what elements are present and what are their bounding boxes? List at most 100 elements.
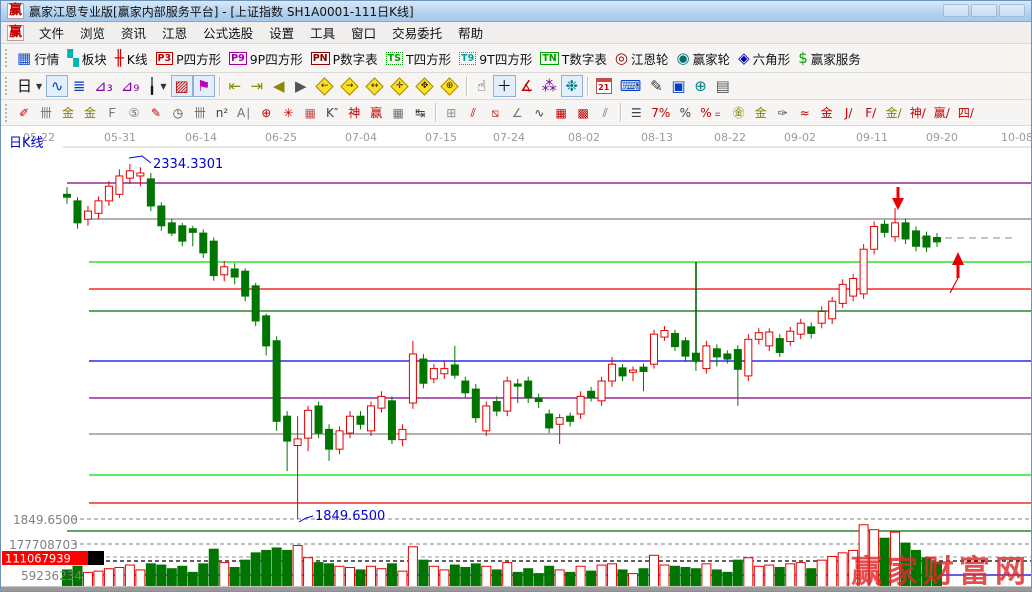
draw-tool-button[interactable]: 金 [79,102,101,124]
last-bar-button[interactable]: ⇥ [246,75,268,97]
minimize-button[interactable] [943,4,969,17]
prev-bar-button[interactable]: ◀ [268,75,290,97]
draw-tool-button[interactable]: 金 [816,102,838,124]
draw-tool-button[interactable]: ⧅ [484,102,506,124]
menu-item[interactable]: 文件 [31,21,72,44]
draw-tool-button[interactable]: 神 [343,102,365,124]
draw-tool-button[interactable]: ✐ [13,102,35,124]
tree-tool[interactable]: ⁂ [538,75,561,97]
draw-tool-button[interactable]: 金 [57,102,79,124]
line-chart-tool[interactable]: ∿ [46,75,68,97]
draw-tool-button[interactable]: ▦ [550,102,572,124]
pattern-tool[interactable]: ❉ [561,75,583,97]
draw-tool-button[interactable]: 7% [647,102,674,124]
draw-tool-button[interactable]: 神∕ [906,102,930,124]
p-square-button[interactable]: P3P四方形 [152,47,226,69]
t-table-button[interactable]: TNT数字表 [536,47,611,69]
bars-9-tool[interactable]: ⊿₉ [117,75,144,97]
close-button[interactable] [999,4,1025,17]
zoom-out-button[interactable]: ⊕ [437,75,462,97]
menu-item[interactable]: 设置 [261,21,302,44]
draw-tool-button[interactable]: ⑤ [123,102,145,124]
period-selector[interactable]: 日▼ [13,75,46,97]
maximize-button[interactable] [971,4,997,17]
menu-item[interactable]: 窗口 [343,21,384,44]
zoom-fit-button[interactable]: ✥ [412,75,437,97]
draw-tool-button[interactable]: ⊞ [440,102,462,124]
kline-chart[interactable]: 05-2205-3106-1406-2507-0407-1507-2408-02… [1,126,1031,591]
draw-tool-button[interactable]: A∣ [233,102,255,124]
9p-square-button[interactable]: P99P四方形 [225,47,307,69]
kline-button[interactable]: ╫K线 [111,47,152,69]
calendar-button[interactable]: 21 [592,75,616,97]
first-bar-button[interactable]: ⇤ [224,75,246,97]
draw-tool-button[interactable]: Ｆ [101,102,123,124]
menu-item[interactable]: 交易委托 [384,21,450,44]
draw-tool-button[interactable]: ≈ [794,102,816,124]
info-list-tool[interactable]: ≣ [68,75,90,97]
draw-tool-button[interactable]: ↹ [409,102,431,124]
draw-tool-button[interactable]: n² [211,102,233,124]
draw-tool-button[interactable]: 卌 [189,102,211,124]
draw-tool-button[interactable]: K″ [321,102,343,124]
candle [713,349,720,357]
notes-button[interactable]: ✎ [645,75,667,97]
web-button[interactable]: ⊕ [690,75,712,97]
draw-tool-button[interactable]: 赢 [365,102,387,124]
draw-tool-button[interactable]: ⊕ [255,102,277,124]
menu-item[interactable]: 公式选股 [195,21,261,44]
draw-tool-button[interactable]: ☰ [625,102,647,124]
winner-service-button[interactable]: $赢家服务 [794,47,865,69]
draw-tool-button[interactable]: ▩ [572,102,594,124]
9t-square-button[interactable]: T99T四方形 [455,47,536,69]
draw-tool-button[interactable]: ✑ [772,102,794,124]
draw-tool-button[interactable]: F∕ [860,102,882,124]
draw-tool-button[interactable]: J∕ [838,102,860,124]
print-button[interactable]: ▤ [712,75,734,97]
pan-left-button[interactable]: ← [312,75,337,97]
menu-item[interactable]: 江恩 [154,21,195,44]
draw-tool-button[interactable]: ∠ [506,102,528,124]
pan-both-button[interactable]: ↔ [362,75,387,97]
pan-right-button[interactable]: → [337,75,362,97]
draw-tool-button[interactable]: ▦ [387,102,409,124]
draw-tool-button[interactable]: % [674,102,696,124]
draw-tool-button[interactable]: %﹦ [696,102,727,124]
draw-tool-button[interactable]: ◷ [167,102,189,124]
sectors-button[interactable]: ▚板块 [63,47,111,69]
draw-tool-button[interactable]: ⫽ [462,102,484,124]
gann-wheel-button[interactable]: ◎江恩轮 [611,47,673,69]
draw-tool-button[interactable]: 金 [750,102,772,124]
next-bar-button[interactable]: ▶ [290,75,312,97]
save-button[interactable]: ▣ [667,75,689,97]
draw-tool-button[interactable]: ✎ [145,102,167,124]
p-table-button[interactable]: PNP数字表 [307,47,382,69]
draw-tool-button[interactable]: ▦ [299,102,321,124]
menu-item[interactable]: 帮助 [450,21,491,44]
crosshair-tool[interactable]: ＋ [493,75,516,97]
quotes-button[interactable]: ▦行情 [13,47,63,69]
chart-area[interactable]: 日K线 05-2205-3106-1406-2507-0407-1507-240… [1,126,1031,591]
menu-item[interactable]: 工具 [302,21,343,44]
candle-type-selector[interactable]: ╽▼ [143,75,170,97]
menu-item[interactable]: 资讯 [113,21,154,44]
winner-wheel-button[interactable]: ◉赢家轮 [673,47,735,69]
hexagon-button[interactable]: ◈六角形 [734,47,794,69]
draw-tool-button[interactable]: ∿ [528,102,550,124]
menu-item[interactable]: 浏览 [72,21,113,44]
flag-tool[interactable]: ⚑ [193,75,215,97]
t-square-button[interactable]: TST四方形 [382,47,455,69]
draw-tool-button[interactable]: ㊎ [728,102,750,124]
angle-measure-tool[interactable]: ∡ [516,75,538,97]
hand-tool[interactable]: ☝ [471,75,493,97]
zoom-in-button[interactable]: ✛ [387,75,412,97]
map-tool[interactable]: ▨ [171,75,193,97]
bars-3-tool[interactable]: ⊿₃ [90,75,117,97]
draw-tool-button[interactable]: 赢∕ [930,102,954,124]
calculator-button[interactable]: ⌨ [616,75,646,97]
draw-tool-button[interactable]: ✳ [277,102,299,124]
draw-tool-button[interactable]: 卌 [35,102,57,124]
draw-tool-button[interactable]: ⫽ [594,102,616,124]
draw-tool-button[interactable]: 四∕ [954,102,978,124]
draw-tool-button[interactable]: 金∕ [882,102,906,124]
